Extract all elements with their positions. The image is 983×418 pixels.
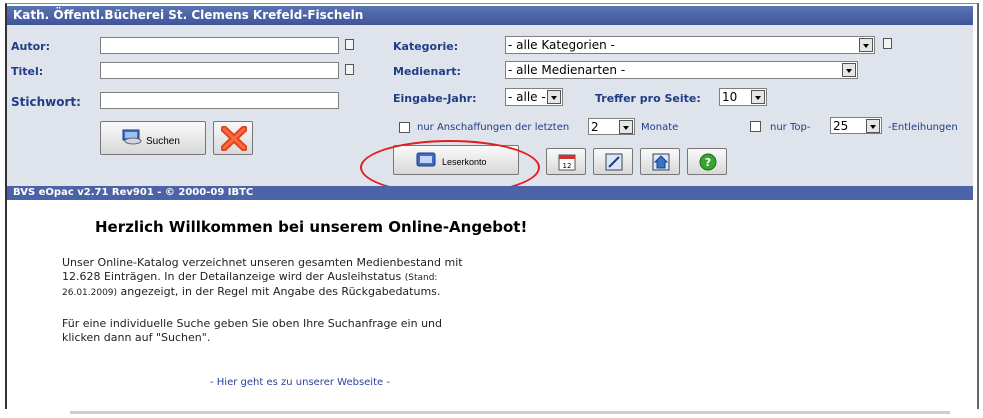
page-bottom-divider (70, 411, 950, 414)
year-value: - alle - (508, 90, 546, 104)
media-select[interactable]: - alle Medienarten - (505, 61, 858, 79)
svg-text:?: ? (705, 156, 711, 169)
year-label: Eingabe-Jahr: (393, 92, 477, 105)
home-icon (651, 152, 671, 176)
media-value: - alle Medienarten - (508, 63, 626, 77)
pencil-icon (604, 152, 624, 176)
svg-text:12: 12 (563, 162, 572, 170)
category-label: Kategorie: (393, 40, 459, 53)
library-title: Kath. Öffentl.Bücherei St. Clemens Krefe… (7, 6, 973, 25)
months-text: Monate (641, 122, 679, 133)
clear-button[interactable] (213, 121, 253, 155)
intro-line-2: 12.628 Einträgen. In der Detailanzeige w… (62, 270, 622, 285)
chevron-down-icon (547, 90, 561, 104)
chevron-down-icon (859, 38, 873, 52)
calendar-icon: 12 (557, 152, 577, 176)
year-select[interactable]: - alle - (505, 88, 563, 106)
keyword-input[interactable] (100, 92, 339, 109)
title-label: Titel: (11, 65, 44, 78)
status-stand: (Stand: (404, 273, 438, 283)
calendar-button[interactable]: 12 (546, 148, 586, 175)
media-label: Medienart: (393, 65, 461, 78)
welcome-heading: Herzlich Willkommen bei unserem Online-A… (95, 218, 528, 236)
intro-line-1: Unser Online-Katalog verzeichnet unseren… (62, 256, 463, 269)
red-x-icon (220, 125, 248, 155)
chevron-down-icon (751, 90, 765, 104)
intro-line-2-text: 12.628 Einträgen. In der Detailanzeige w… (62, 270, 402, 283)
help-button[interactable]: ? (687, 148, 727, 175)
intro-line-3-text: angezeigt, in der Regel mit Angabe des R… (120, 285, 441, 298)
help-icon: ? (698, 152, 718, 176)
search-button[interactable]: Suchen (100, 121, 206, 155)
website-link[interactable]: - Hier geht es zu unserer Webseite - (210, 377, 390, 388)
category-select[interactable]: - alle Kategorien - (505, 36, 875, 54)
edit-button[interactable] (593, 148, 633, 175)
acquisition-months-select[interactable]: 2 (588, 118, 635, 135)
per-page-select[interactable]: 10 (719, 88, 767, 106)
top-text: nur Top- (770, 122, 811, 133)
hint-line-2: klicken dann auf "Suchen". (62, 331, 211, 344)
intro-line-3: 26.01.2009) angezeigt, in der Regel mit … (62, 285, 622, 300)
book-search-icon (121, 127, 143, 145)
title-input[interactable] (100, 62, 339, 79)
chevron-down-icon (619, 120, 633, 134)
search-button-label: Suchen (146, 136, 180, 147)
author-list-icon[interactable] (345, 39, 354, 50)
intro-paragraph: Unser Online-Katalog verzeichnet unseren… (62, 256, 622, 300)
top-checkbox[interactable] (750, 121, 761, 132)
title-list-icon[interactable] (345, 64, 354, 75)
search-hint-paragraph: Für eine individuelle Suche geben Sie ob… (62, 317, 622, 345)
per-page-value: 10 (722, 90, 738, 104)
chevron-down-icon (842, 63, 856, 77)
keyword-label: Stichwort: (11, 95, 81, 109)
author-label: Autor: (11, 40, 50, 53)
category-value: - alle Kategorien - (508, 38, 615, 52)
loans-text: -Entleihungen (888, 122, 958, 133)
status-date: 26.01.2009) (62, 288, 118, 298)
top-count-value: 25 (833, 119, 849, 133)
chevron-down-icon (866, 119, 880, 133)
acquisition-months-value: 2 (591, 120, 599, 134)
acquisition-text: nur Anschaffungen der letzten (417, 122, 570, 133)
author-input[interactable] (100, 37, 339, 54)
acquisition-checkbox[interactable] (399, 122, 410, 133)
hint-line-1: Für eine individuelle Suche geben Sie ob… (62, 317, 443, 330)
per-page-label: Treffer pro Seite: (595, 92, 701, 105)
category-list-icon[interactable] (883, 38, 892, 49)
version-bar: BVS eOpac v2.71 Rev901 - © 2000-09 IBTC (7, 186, 973, 200)
top-count-select[interactable]: 25 (830, 117, 882, 134)
home-button[interactable] (640, 148, 680, 175)
